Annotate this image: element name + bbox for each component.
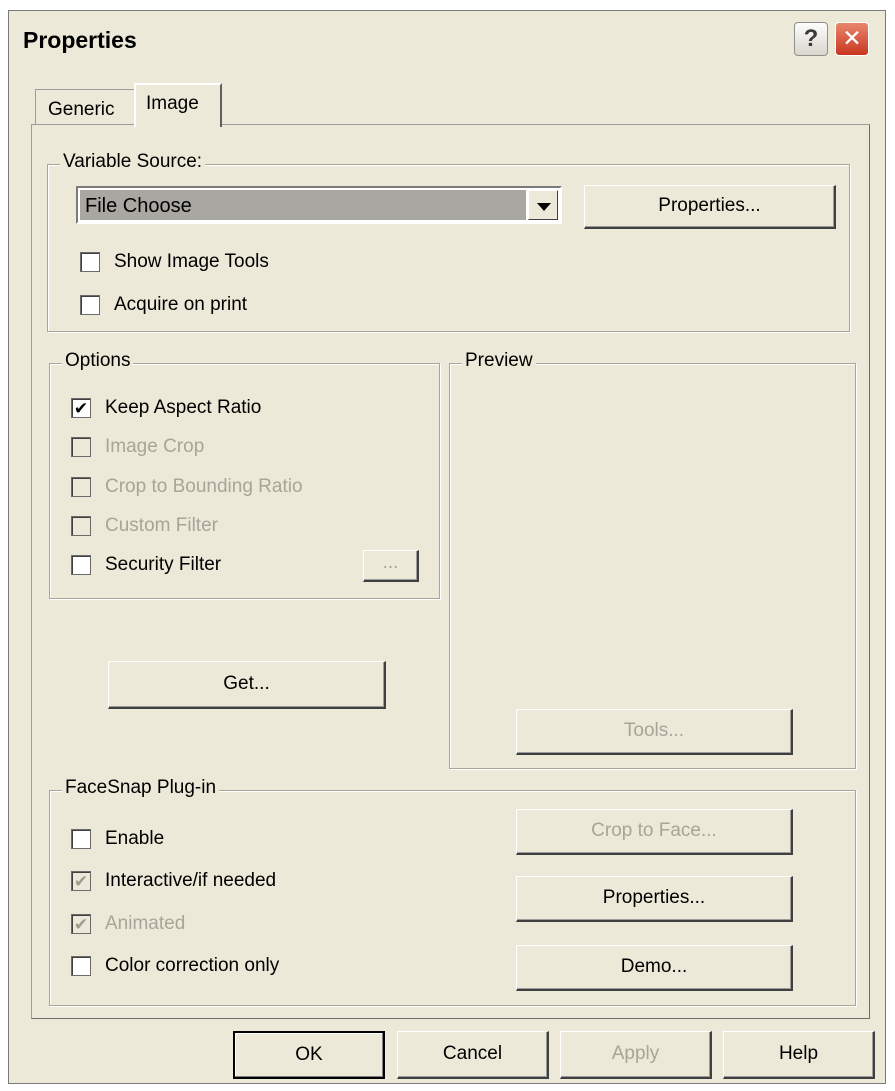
facesnap-legend: FaceSnap Plug-in [62, 777, 220, 799]
demo-button[interactable]: Demo... [516, 945, 793, 991]
crop-to-face-button[interactable]: Crop to Face... [516, 809, 793, 855]
interactive-if-needed-label: Interactive/if needed [105, 870, 277, 891]
interactive-if-needed-checkbox: ✔ [71, 871, 91, 891]
window-title: Properties [23, 27, 137, 53]
image-crop-checkbox [71, 437, 91, 457]
facesnap-properties-button[interactable]: Properties... [516, 876, 793, 922]
help-button[interactable]: Help [723, 1031, 875, 1079]
acquire-on-print-checkbox[interactable] [80, 295, 100, 315]
help-question-icon[interactable]: ? [794, 22, 828, 56]
security-filter-label: Security Filter [105, 554, 222, 575]
color-correction-only-checkbox[interactable] [71, 956, 91, 976]
keep-aspect-ratio-label: Keep Aspect Ratio [105, 397, 262, 418]
cancel-button[interactable]: Cancel [397, 1031, 549, 1079]
tools-button[interactable]: Tools... [516, 709, 793, 755]
options-legend: Options [62, 350, 134, 372]
custom-filter-label: Custom Filter [105, 515, 218, 536]
close-icon[interactable]: ✕ [835, 22, 869, 56]
variable-source-dropdown[interactable]: File Choose [76, 186, 562, 224]
preview-legend: Preview [462, 350, 536, 372]
image-tab-panel: Variable Source: File Choose Properties.… [31, 124, 870, 1019]
get-button[interactable]: Get... [108, 661, 386, 709]
crop-to-bounding-ratio-checkbox [71, 477, 91, 497]
show-image-tools-label: Show Image Tools [114, 251, 269, 272]
custom-filter-checkbox [71, 516, 91, 536]
keep-aspect-ratio-checkbox[interactable]: ✔ [71, 398, 91, 418]
facesnap-enable-label: Enable [105, 828, 165, 849]
security-filter-ellipsis-button[interactable]: ... [363, 550, 419, 582]
title-bar: Properties ? ✕ [9, 11, 885, 69]
show-image-tools-checkbox[interactable] [80, 252, 100, 272]
chevron-down-icon[interactable] [528, 190, 558, 220]
tab-generic[interactable]: Generic [35, 89, 135, 125]
ok-button[interactable]: OK [233, 1031, 385, 1079]
security-filter-checkbox[interactable] [71, 555, 91, 575]
tab-image[interactable]: Image [134, 83, 222, 127]
variable-source-legend: Variable Source: [60, 151, 206, 173]
animated-label: Animated [105, 913, 186, 934]
variable-source-value: File Choose [80, 190, 526, 220]
animated-checkbox: ✔ [71, 914, 91, 934]
properties-dialog: Properties ? ✕ Generic Image Variable So… [8, 10, 886, 1084]
color-correction-only-label: Color correction only [105, 955, 280, 976]
image-crop-label: Image Crop [105, 436, 205, 457]
facesnap-enable-checkbox[interactable] [71, 829, 91, 849]
acquire-on-print-label: Acquire on print [114, 294, 248, 315]
crop-to-bounding-ratio-label: Crop to Bounding Ratio [105, 476, 303, 497]
apply-button[interactable]: Apply [560, 1031, 712, 1079]
variable-source-properties-button[interactable]: Properties... [584, 185, 836, 229]
